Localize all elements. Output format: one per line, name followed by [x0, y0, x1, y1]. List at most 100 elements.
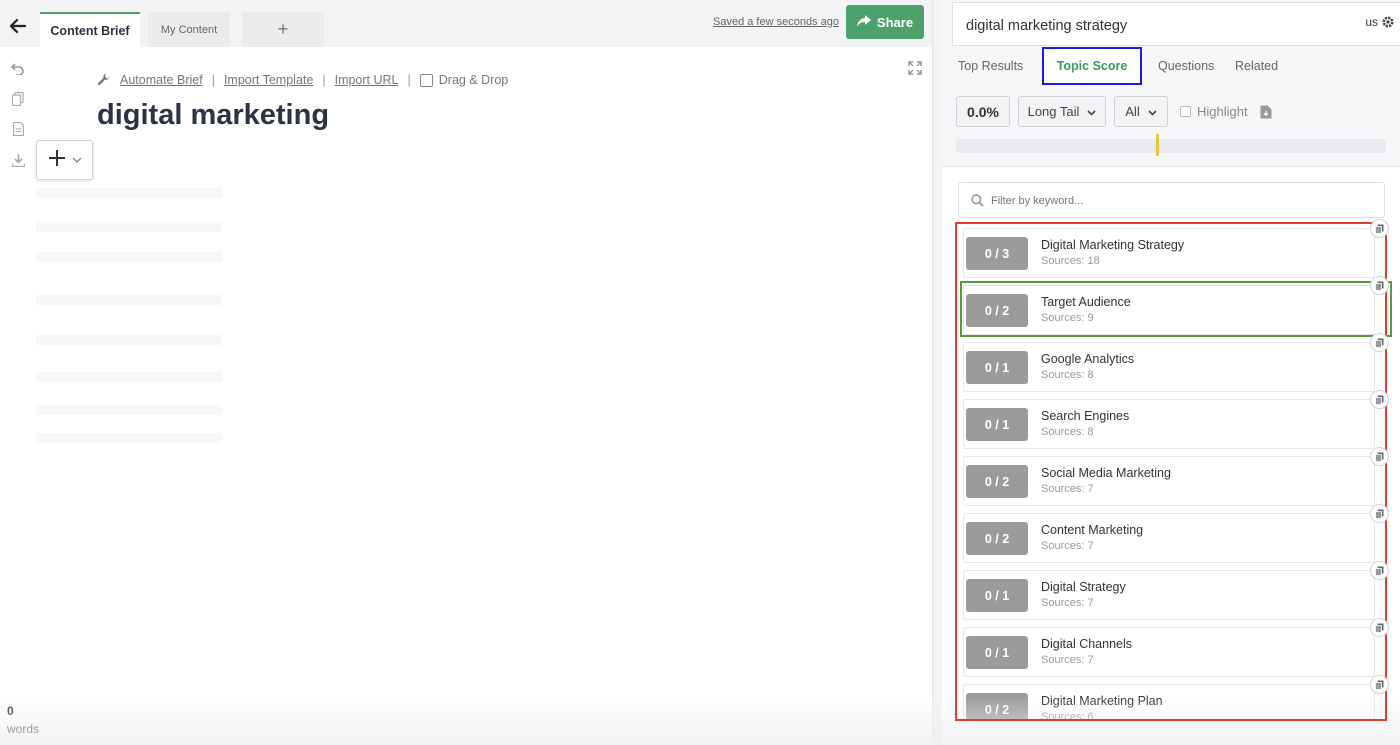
keyword-filter-input[interactable]	[991, 191, 1371, 211]
progress-marker	[1155, 134, 1159, 156]
topic-keyword: Google Analytics	[1041, 352, 1135, 366]
highlight-toggle[interactable]: Highlight	[1180, 104, 1248, 119]
editor-side-tools	[8, 58, 28, 180]
import-url-link[interactable]: Import URL	[335, 73, 399, 87]
topic-row[interactable]: 0 / 2 Digital Marketing Plan Sources: 6	[963, 684, 1375, 719]
topic-score-badge: 0 / 2	[966, 465, 1028, 498]
topic-score-badge: 0 / 2	[966, 522, 1028, 555]
automate-brief-link[interactable]: Automate Brief	[120, 73, 203, 87]
copy-keyword-icon[interactable]	[1370, 276, 1389, 295]
add-tab-label: +	[277, 19, 289, 39]
topic-score-value: 0.0%	[956, 96, 1010, 127]
topic-row[interactable]: 0 / 2 Content Marketing Sources: 7	[963, 513, 1375, 563]
word-count-number: 0	[7, 704, 14, 718]
tab-questions[interactable]: Questions	[1158, 47, 1214, 85]
add-tab-button[interactable]: +	[242, 12, 324, 47]
placeholder-line	[36, 295, 222, 305]
tab-my-content-label: My Content	[160, 23, 218, 36]
chevron-down-icon	[1148, 104, 1157, 119]
topic-keyword: Digital Strategy	[1041, 580, 1126, 594]
topic-keyword: Digital Marketing Strategy	[1041, 238, 1185, 252]
gear-icon[interactable]	[1381, 15, 1395, 29]
topic-keyword: Target Audience	[1041, 295, 1131, 309]
topic-score-badge: 0 / 1	[966, 351, 1028, 384]
plus-icon	[48, 149, 66, 172]
topic-row[interactable]: 0 / 1 Google Analytics Sources: 8	[963, 342, 1375, 392]
highlight-label: Highlight	[1197, 104, 1248, 119]
scope-label: All	[1125, 104, 1140, 119]
placeholder-line	[36, 433, 222, 443]
copy-keyword-icon[interactable]	[1370, 504, 1389, 523]
tab-content-brief[interactable]: Content Brief	[40, 12, 140, 47]
copy-keyword-icon[interactable]	[1370, 447, 1389, 466]
drag-drop-label: Drag & Drop	[438, 73, 509, 87]
copy-keyword-icon[interactable]	[1370, 675, 1389, 694]
copy-keyword-icon[interactable]	[1370, 618, 1389, 637]
placeholder-line	[36, 188, 222, 198]
topic-keyword: Search Engines	[1041, 409, 1130, 423]
save-status-link[interactable]: Saved a few seconds ago	[713, 16, 839, 28]
topic-sources: Sources: 7	[1041, 483, 1094, 495]
placeholder-line	[36, 372, 222, 382]
topic-keyword: Content Marketing	[1041, 523, 1144, 537]
topic-row[interactable]: 0 / 3 Digital Marketing Strategy Sources: …	[963, 228, 1375, 278]
document-title[interactable]: digital marketing	[97, 99, 329, 132]
toolbar-separator: |	[211, 73, 215, 87]
expand-icon[interactable]	[907, 60, 923, 76]
share-label: Share	[876, 14, 914, 30]
long-tail-label: Long Tail	[1027, 104, 1080, 119]
long-tail-dropdown[interactable]: Long Tail	[1018, 96, 1106, 127]
chevron-down-icon	[1087, 104, 1096, 119]
highlight-checkbox[interactable]	[1180, 106, 1191, 117]
share-icon	[856, 14, 871, 30]
copy-keyword-icon[interactable]	[1370, 561, 1389, 580]
topic-row[interactable]: 0 / 1 Search Engines Sources: 8	[963, 399, 1375, 449]
topic-score-badge: 0 / 1	[966, 636, 1028, 669]
tab-my-content[interactable]: My Content	[148, 12, 230, 47]
tab-top-results[interactable]: Top Results	[958, 47, 1023, 85]
topic-row[interactable]: 0 / 2 Social Media Marketing Sources: 7	[963, 456, 1375, 506]
undo-icon[interactable]	[8, 58, 28, 78]
keyword-filter[interactable]	[958, 182, 1385, 218]
topic-keyword: Digital Marketing Plan	[1041, 694, 1163, 708]
topic-row[interactable]: 0 / 2 Target Audience Sources: 9	[963, 285, 1375, 335]
tab-related[interactable]: Related	[1235, 47, 1278, 85]
document-icon[interactable]	[8, 119, 28, 139]
topic-sources: Sources: 7	[1041, 654, 1094, 666]
share-button[interactable]: Share	[846, 5, 924, 39]
topic-list-panel: 0 / 3 Digital Marketing Strategy Sources: …	[942, 166, 1400, 745]
topic-row[interactable]: 0 / 1 Digital Channels Sources: 7	[963, 627, 1375, 677]
export-file-icon[interactable]	[1260, 105, 1272, 119]
topic-score-badge: 0 / 1	[966, 408, 1028, 441]
scope-dropdown[interactable]: All	[1114, 96, 1168, 127]
topic-sources: Sources: 18	[1041, 255, 1100, 267]
topic-score-badge: 0 / 2	[966, 294, 1028, 327]
wrench-icon	[97, 73, 111, 87]
copy-icon[interactable]	[8, 89, 28, 109]
word-count: 0 words	[7, 702, 39, 738]
topic-score-badge: 0 / 1	[966, 579, 1028, 612]
copy-keyword-icon[interactable]	[1370, 219, 1389, 238]
import-template-link[interactable]: Import Template	[224, 73, 313, 87]
topic-sources: Sources: 8	[1041, 426, 1094, 438]
topic-score-badge: 0 / 3	[966, 237, 1028, 270]
topic-sources: Sources: 7	[1041, 597, 1094, 609]
pane-divider[interactable]	[932, 0, 942, 745]
download-icon[interactable]	[8, 150, 28, 170]
topic-sources: Sources: 8	[1041, 369, 1094, 381]
back-arrow-icon[interactable]	[6, 14, 30, 38]
copy-keyword-icon[interactable]	[1370, 333, 1389, 352]
topic-row[interactable]: 0 / 1 Digital Strategy Sources: 7	[963, 570, 1375, 620]
brief-toolbar: Automate Brief | Import Template | Impor…	[97, 71, 508, 89]
add-block-button[interactable]	[36, 140, 93, 180]
country-code[interactable]: us	[1365, 15, 1378, 29]
topic-sources: Sources: 6	[1041, 711, 1094, 719]
word-count-label: words	[7, 722, 40, 736]
tab-topic-score[interactable]: Topic Score	[1042, 47, 1142, 85]
keyword-search-box[interactable]: digital marketing strategy us	[952, 2, 1400, 46]
research-pane: digital marketing strategy us Top Result…	[942, 0, 1400, 745]
search-query: digital marketing strategy	[966, 18, 1128, 34]
drag-drop-checkbox[interactable]	[419, 73, 433, 87]
copy-keyword-icon[interactable]	[1370, 390, 1389, 409]
topic-keyword: Social Media Marketing	[1041, 466, 1171, 480]
